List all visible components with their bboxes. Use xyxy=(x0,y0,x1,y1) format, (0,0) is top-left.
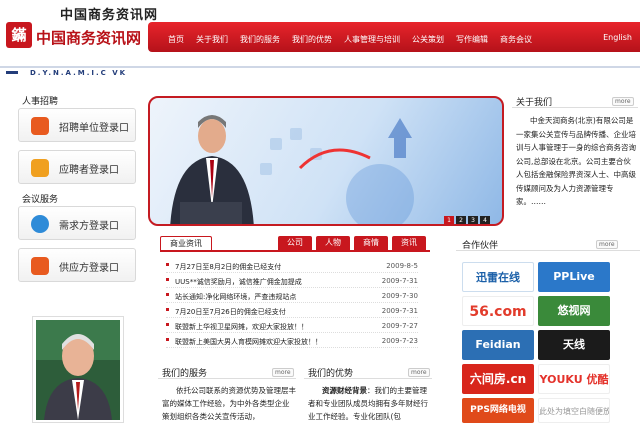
jobseeker-login-button[interactable]: 应聘者登录口 xyxy=(18,150,136,184)
news-row[interactable]: 站长通知:净化网络环境，严查违规站点 2009-7-30 xyxy=(166,290,418,303)
services-divider xyxy=(158,378,296,379)
employer-icon xyxy=(31,117,49,135)
supplier-login-label: 供应方登录口 xyxy=(59,263,119,274)
tab-company[interactable]: 公司 xyxy=(278,236,312,250)
advantage-lead: 资源财经背景 xyxy=(322,386,367,395)
tab-market[interactable]: 商情 xyxy=(354,236,388,250)
supplier-login-button[interactable]: 供应方登录口 xyxy=(18,248,136,282)
partners-divider xyxy=(456,250,640,251)
partners-more-link[interactable]: more xyxy=(596,240,618,249)
news-row[interactable]: UUS**诚信奖励月，诚信推广佣金加提成 2009-7-31 xyxy=(166,275,418,288)
news-bullet xyxy=(166,338,169,341)
partner-6rooms-name: 六间房 xyxy=(469,372,506,386)
advantage-more-link[interactable]: more xyxy=(408,368,430,377)
logo-text[interactable]: 中国商务资讯网 xyxy=(36,27,141,48)
news-bullet xyxy=(166,323,169,326)
employer-login-label: 招聘单位登录口 xyxy=(59,123,129,134)
person-photo xyxy=(32,316,124,423)
news-date: 2009-7-30 xyxy=(381,292,418,300)
nav-pr[interactable]: 公关策划 xyxy=(412,34,444,45)
news-row[interactable]: 7月20日至7月26日的佣金已经支付 2009-7-31 xyxy=(166,305,418,318)
nav-hr-training[interactable]: 人事管理与培训 xyxy=(344,34,400,45)
about-divider xyxy=(512,107,638,108)
news-row[interactable]: 联盟新上华视卫星网摊，欢迎大家投放！！ 2009-7-27 xyxy=(166,320,418,333)
jobseeker-login-label: 应聘者登录口 xyxy=(59,165,119,176)
meeting-title: 会议服务 xyxy=(22,195,59,205)
news-date: 2009-7-31 xyxy=(381,277,418,285)
logo-icon[interactable]: 鏋 xyxy=(6,22,32,48)
banner-page-1[interactable]: 1 xyxy=(444,216,454,224)
tab-business-news[interactable]: 商业资讯 xyxy=(160,236,212,250)
partner-xunlei[interactable]: 迅雷在线 xyxy=(462,262,534,292)
partner-uusee[interactable]: 悠视网 xyxy=(538,296,610,326)
about-more-link[interactable]: more xyxy=(612,97,634,106)
partner-youku[interactable]: YOUKU 优酷 xyxy=(538,364,610,394)
partner-56[interactable]: 56.com xyxy=(462,296,534,326)
news-date: 2009-8-5 xyxy=(386,262,418,270)
hero-banner[interactable]: 1 2 3 4 xyxy=(148,96,504,226)
dynamic-label: D.Y.N.A.M.I.C VK xyxy=(30,69,128,77)
news-date: 2009-7-27 xyxy=(381,322,418,330)
partner-pplive[interactable]: PPLive xyxy=(538,262,610,292)
partner-pps[interactable]: PPS网络电视 xyxy=(462,398,534,423)
dynamic-accent xyxy=(6,71,18,74)
news-bullet xyxy=(166,293,169,296)
news-bullet xyxy=(166,308,169,311)
person-photo-image xyxy=(36,320,120,420)
services-more-link[interactable]: more xyxy=(272,368,294,377)
banner-page-2[interactable]: 2 xyxy=(456,216,466,224)
employer-login-button[interactable]: 招聘单位登录口 xyxy=(18,108,136,142)
news-row[interactable]: 联盟新上美国大男人育模网摊欢迎大家投放！！ 2009-7-23 xyxy=(166,335,418,348)
nav-home[interactable]: 首页 xyxy=(168,34,184,45)
partner-placeholder[interactable]: 此处为填空白随便放的 xyxy=(538,398,610,423)
news-title[interactable]: 站长通知:净化网络环境，严查违规站点 xyxy=(175,292,296,302)
news-title[interactable]: 联盟新上美国大男人育模网摊欢迎大家投放！！ xyxy=(175,337,322,347)
news-date: 2009-7-23 xyxy=(381,337,418,345)
advantage-text: 资源财经背景：我们的主要管理者和专业团队成员均拥有多年财经行业工作经验。专业化团… xyxy=(308,384,432,423)
nav-writing[interactable]: 写作编辑 xyxy=(456,34,488,45)
partner-feidian[interactable]: Feidian xyxy=(462,330,534,360)
news-row[interactable]: 7月27日至8月2日的佣金已经支付 2009-8-5 xyxy=(166,260,418,273)
banner-illustration xyxy=(170,115,414,224)
jobseeker-icon xyxy=(31,159,49,177)
news-title[interactable]: 联盟新上华视卫星网摊，欢迎大家投放！！ xyxy=(175,322,308,332)
advantage-divider xyxy=(304,378,432,379)
banner-page-3[interactable]: 3 xyxy=(468,216,478,224)
news-date: 2009-7-31 xyxy=(381,307,418,315)
news-title[interactable]: 7月27日至8月2日的佣金已经支付 xyxy=(175,262,281,272)
nav-meetings[interactable]: 商务会议 xyxy=(500,34,532,45)
services-text: 依托公司联系的资源优势及管理层丰富的媒体工作经验，为中外各类型企业策划组织各类公… xyxy=(162,386,296,421)
about-text: 中金天润商务(北京)有限公司是一家集公关宣传与品牌传播、企业培训与人事管理于一身… xyxy=(516,116,636,206)
recruit-title: 人事招聘 xyxy=(22,97,59,107)
tab-info[interactable]: 资讯 xyxy=(392,236,426,250)
news-title[interactable]: UUS**诚信奖励月，诚信推广佣金加提成 xyxy=(175,277,302,287)
partner-6rooms-sub: .cn xyxy=(505,372,527,386)
demand-login-label: 需求方登录口 xyxy=(59,221,119,232)
news-divider xyxy=(160,250,430,252)
demand-login-button[interactable]: 需求方登录口 xyxy=(18,206,136,240)
main-nav: 首页 关于我们 我们的服务 我们的优势 人事管理与培训 公关策划 写作编辑 商务… xyxy=(148,22,640,52)
partner-tianxian[interactable]: 天线 xyxy=(538,330,610,360)
nav-services[interactable]: 我们的服务 xyxy=(240,34,280,45)
news-title[interactable]: 7月20日至7月26日的佣金已经支付 xyxy=(175,307,286,317)
nav-about[interactable]: 关于我们 xyxy=(196,34,228,45)
supplier-icon xyxy=(31,257,49,275)
news-bullet xyxy=(166,278,169,281)
english-link[interactable]: English xyxy=(603,33,632,42)
site-top-title: 中国商务资讯网 xyxy=(60,8,159,23)
news-bullet xyxy=(166,263,169,266)
demand-icon xyxy=(31,215,49,233)
tab-people[interactable]: 人物 xyxy=(316,236,350,250)
banner-page-4[interactable]: 4 xyxy=(480,216,490,224)
nav-advantages[interactable]: 我们的优势 xyxy=(292,34,332,45)
partner-6rooms[interactable]: 六间房.cn xyxy=(462,364,534,394)
